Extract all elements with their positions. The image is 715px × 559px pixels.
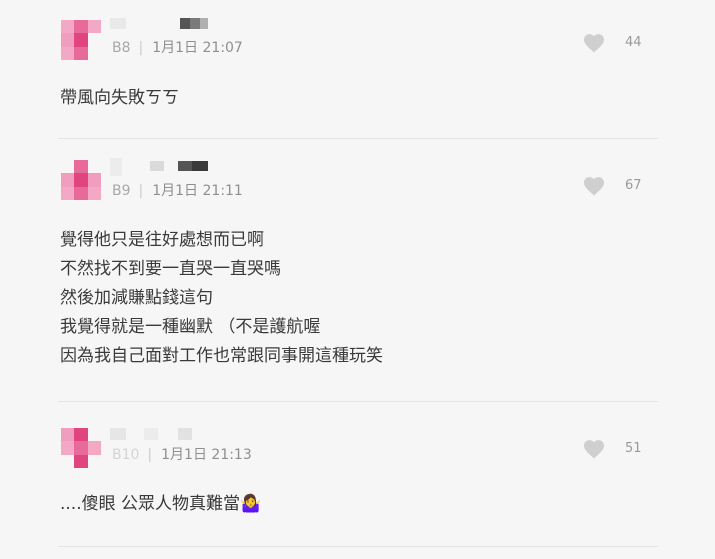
comment-meta: B10 | 1月1日 21:13 bbox=[112, 446, 252, 464]
floor-label: B8 bbox=[112, 40, 131, 56]
comment-item: B9 | 1月1日 21:11 67 覺得他只是往好處想而已啊 不然找不到要一直哭一… bbox=[0, 140, 715, 402]
comment-timestamp: 1月1日 21:13 bbox=[161, 447, 252, 463]
meta-divider: | bbox=[138, 40, 144, 56]
comment-body: 覺得他只是往好處想而已啊 不然找不到要一直哭一直哭嗎 然後加減賺點錢這句 我覺得… bbox=[60, 226, 383, 371]
avatar-identicon bbox=[61, 20, 101, 60]
like-count: 44 bbox=[625, 35, 642, 50]
comment-item: B8 | 1月1日 21:07 44 帶風向失敗ㄎㄎ bbox=[0, 0, 715, 140]
comment-line: 不然找不到要一直哭一直哭嗎 bbox=[60, 259, 281, 279]
floor-label: B10 bbox=[112, 447, 140, 463]
heart-icon[interactable] bbox=[583, 33, 605, 53]
divider bbox=[58, 138, 658, 139]
comment-line: 帶風向失敗ㄎㄎ bbox=[60, 88, 179, 108]
comment-timestamp: 1月1日 21:11 bbox=[152, 183, 243, 199]
author-name[interactable] bbox=[110, 158, 220, 176]
comment-meta: B8 | 1月1日 21:07 bbox=[112, 39, 243, 57]
comment-line: 然後加減賺點錢這句 bbox=[60, 288, 213, 308]
avatar-identicon bbox=[61, 428, 101, 468]
comment-timestamp: 1月1日 21:07 bbox=[152, 40, 243, 56]
floor-label: B9 bbox=[112, 183, 131, 199]
comment-body: 帶風向失敗ㄎㄎ bbox=[60, 84, 179, 113]
author-name[interactable] bbox=[110, 428, 210, 446]
avatar[interactable] bbox=[61, 20, 101, 60]
like-count: 67 bbox=[625, 178, 642, 193]
comment-body: ....傻眼 公眾人物真難當🤷‍♀️ bbox=[60, 490, 261, 519]
divider bbox=[58, 546, 658, 547]
avatar[interactable] bbox=[61, 428, 101, 468]
comment-item: B10 | 1月1日 21:13 51 ....傻眼 公眾人物真難當🤷‍♀️ bbox=[0, 402, 715, 559]
comment-line: ....傻眼 公眾人物真難當🤷‍♀️ bbox=[60, 494, 262, 514]
avatar-identicon bbox=[61, 160, 101, 200]
meta-divider: | bbox=[138, 183, 144, 199]
like-count: 51 bbox=[625, 441, 642, 456]
comment-line: 覺得他只是往好處想而已啊 bbox=[60, 230, 264, 250]
author-name[interactable] bbox=[110, 18, 210, 36]
heart-icon[interactable] bbox=[583, 176, 605, 196]
comment-line: 因為我自己面對工作也常跟同事開這種玩笑 bbox=[60, 346, 383, 366]
comment-meta: B9 | 1月1日 21:11 bbox=[112, 182, 243, 200]
heart-icon[interactable] bbox=[583, 439, 605, 459]
meta-divider: | bbox=[147, 447, 153, 463]
comment-line: 我覺得就是一種幽默 （不是護航喔 bbox=[60, 317, 321, 337]
avatar[interactable] bbox=[61, 160, 101, 200]
